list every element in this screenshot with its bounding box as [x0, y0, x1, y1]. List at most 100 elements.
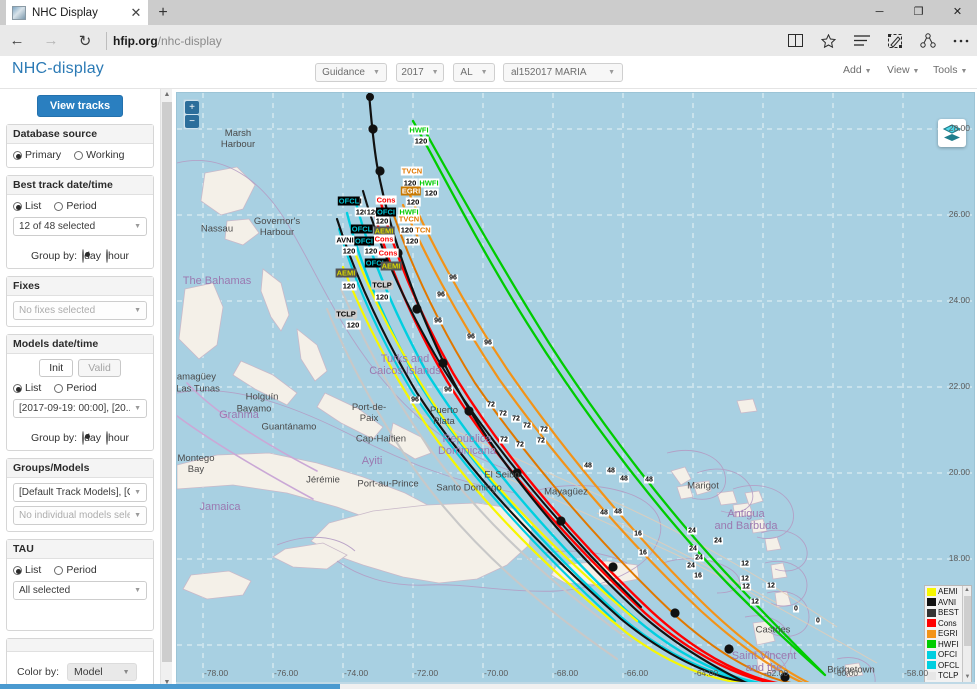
- map-city-label: Jérémie: [306, 475, 340, 486]
- models-radio-period[interactable]: Period: [54, 382, 96, 394]
- reload-icon[interactable]: ↻: [68, 25, 102, 56]
- add-menu-label: Add: [843, 64, 862, 76]
- basin-dropdown-label: AL: [460, 67, 472, 78]
- models-datetime-select-value: [2017-09-19: 00:00], [20...: [19, 403, 130, 414]
- zoom-out-button[interactable]: −: [185, 115, 199, 128]
- hamburger-icon[interactable]: [845, 25, 878, 56]
- map-tau-tag: 24: [713, 538, 723, 545]
- guidance-dropdown[interactable]: Guidance▼: [315, 63, 387, 82]
- map-region-label: República Dominicana: [438, 433, 496, 457]
- legend-scroll-down-icon[interactable]: ▼: [963, 673, 972, 682]
- legend-scroll-up-icon[interactable]: ▲: [963, 586, 971, 595]
- tau-radio-list-dot[interactable]: [13, 566, 22, 575]
- models-radio-list[interactable]: List: [13, 382, 41, 394]
- storm-dropdown[interactable]: al152017 MARIA▼: [503, 63, 623, 82]
- fixes-fieldset: Fixes No fixes selected▼: [6, 276, 154, 327]
- map-tau-tag: 96: [410, 397, 420, 404]
- best-track-radio-list-dot[interactable]: [13, 202, 22, 211]
- map-canvas[interactable]: Marsh HarbourNassauGovernor's HarbourThe…: [176, 92, 975, 686]
- sidebar-scrollbar-thumb[interactable]: [162, 102, 172, 662]
- models-radio-list-dot[interactable]: [13, 384, 22, 393]
- map-region-label: Granma: [219, 409, 259, 421]
- models-datetime-select[interactable]: [2017-09-19: 00:00], [20... ▼: [13, 399, 147, 418]
- best-track-radio-period-dot[interactable]: [54, 202, 63, 211]
- models-mode-radios: List Period: [13, 382, 147, 394]
- address-bar[interactable]: hfip.org/nhc-display: [113, 34, 779, 48]
- new-tab-button[interactable]: +: [152, 2, 174, 24]
- map-tau-tag: 48: [583, 463, 593, 470]
- groups-select[interactable]: [Default Track Models], [G...▼: [13, 483, 147, 502]
- map-tau-tag: 24: [694, 555, 704, 562]
- legend-color-swatch: [927, 609, 936, 617]
- individual-models-select[interactable]: No individual models selec...▼: [13, 506, 147, 525]
- chevron-down-icon: ▼: [134, 405, 141, 412]
- models-groupby-hour[interactable]: hour: [106, 432, 129, 444]
- best-track-groupby-hour-dot[interactable]: [106, 249, 108, 263]
- radio-primary-dot[interactable]: [13, 151, 22, 160]
- best-track-groupby-day[interactable]: day: [82, 250, 101, 262]
- radio-working[interactable]: Working: [74, 149, 124, 161]
- best-track-radio-period[interactable]: Period: [54, 200, 96, 212]
- fixes-legend: Fixes: [7, 277, 153, 296]
- ellipsis-icon[interactable]: [944, 25, 977, 56]
- close-window-button[interactable]: ✕: [938, 0, 977, 25]
- pencil-note-icon[interactable]: [878, 25, 911, 56]
- reading-view-icon[interactable]: [779, 25, 812, 56]
- radio-primary-label: Primary: [25, 149, 61, 161]
- radio-working-dot[interactable]: [74, 151, 83, 160]
- close-tab-icon[interactable]: ✕: [128, 6, 144, 19]
- minimize-button[interactable]: ─: [860, 0, 899, 25]
- tau-radio-period[interactable]: Period: [54, 564, 96, 576]
- chevron-down-icon: ▼: [134, 512, 141, 519]
- models-init-button[interactable]: Init: [39, 359, 73, 377]
- map-tau-tag: 12: [766, 583, 776, 590]
- fixes-select[interactable]: No fixes selected▼: [13, 301, 147, 320]
- legend-scrollbar-thumb[interactable]: [964, 596, 971, 646]
- forward-icon[interactable]: →: [34, 25, 68, 56]
- models-valid-button[interactable]: Valid: [78, 359, 121, 377]
- year-dropdown[interactable]: 2017▼: [396, 63, 444, 82]
- map-legend-scrollbar[interactable]: ▲ ▼: [962, 586, 971, 683]
- best-track-groupby-hour[interactable]: hour: [106, 250, 129, 262]
- models-groupby-day[interactable]: day: [82, 432, 101, 444]
- color-options-legend: [7, 639, 153, 652]
- map-city-label: Montego Bay: [178, 453, 215, 475]
- back-icon[interactable]: ←: [0, 25, 34, 56]
- sidebar: View tracks Database source Primary Work…: [0, 89, 172, 689]
- tools-menu[interactable]: Tools ▼: [933, 64, 967, 76]
- fixes-select-value: No fixes selected: [19, 305, 130, 316]
- browser-chrome: NHC Display ✕ + ─ ❐ ✕ ← → ↻ hfip.org/nhc…: [0, 0, 977, 56]
- tau-select[interactable]: All selected▼: [13, 581, 147, 600]
- map-legend[interactable]: AEMIAVNIBESTConsEGRIHWFIOFCIOFCLTCLP ▲ ▼: [924, 585, 972, 684]
- add-menu[interactable]: Add ▼: [843, 64, 872, 76]
- map-region-label: Jamaica: [200, 501, 241, 513]
- map-region-label: Antigua and Barbuda: [715, 508, 778, 532]
- tau-radio-period-dot[interactable]: [54, 566, 63, 575]
- best-track-select[interactable]: 12 of 48 selected▼: [13, 217, 147, 236]
- map-city-label: Puerto Plata: [430, 405, 458, 427]
- basin-dropdown[interactable]: AL▼: [453, 63, 495, 82]
- color-by-dropdown[interactable]: Model▼: [67, 663, 137, 681]
- navbar-actions: [779, 25, 977, 56]
- maximize-button[interactable]: ❐: [899, 0, 938, 25]
- map-city-label: Cap-Haitien: [356, 434, 406, 445]
- view-menu[interactable]: View ▼: [887, 64, 919, 76]
- legend-color-swatch: [927, 588, 936, 596]
- models-radio-period-dot[interactable]: [54, 384, 63, 393]
- database-source-fieldset: Database source Primary Working: [6, 124, 154, 168]
- share-icon[interactable]: [911, 25, 944, 56]
- browser-tab[interactable]: NHC Display ✕: [6, 0, 148, 25]
- best-track-radio-list[interactable]: List: [13, 200, 41, 212]
- groups-select-value: [Default Track Models], [G...: [19, 487, 130, 498]
- radio-primary[interactable]: Primary: [13, 149, 61, 161]
- models-groupby-hour-dot[interactable]: [106, 431, 108, 445]
- page-scrollbar-thumb[interactable]: [0, 684, 340, 689]
- star-icon[interactable]: [812, 25, 845, 56]
- legend-label: AVNI: [938, 598, 956, 607]
- scroll-up-icon[interactable]: ▲: [161, 89, 172, 101]
- zoom-in-button[interactable]: +: [185, 101, 199, 114]
- view-tracks-button[interactable]: View tracks: [37, 95, 123, 117]
- tau-radio-list[interactable]: List: [13, 564, 41, 576]
- sidebar-scrollbar[interactable]: ▲ ▼: [160, 89, 172, 689]
- legend-label: HWFI: [938, 640, 958, 649]
